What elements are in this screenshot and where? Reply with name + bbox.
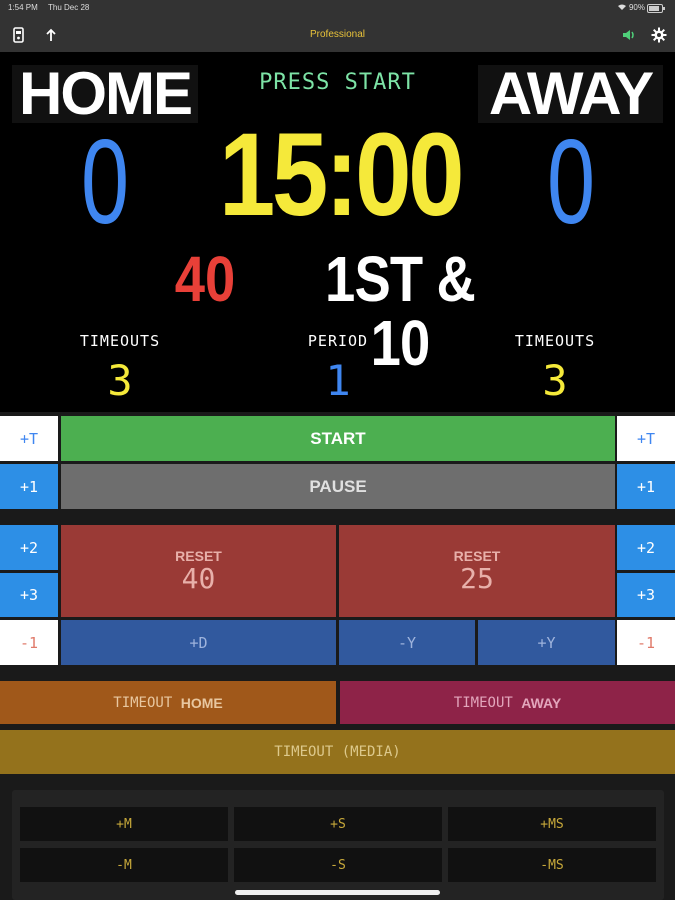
- down-and-distance: 1ST & 10: [325, 243, 476, 379]
- away-plus-3-button[interactable]: +3: [617, 573, 675, 617]
- reset-40-button[interactable]: RESET 40: [61, 525, 336, 617]
- scoreboard: HOME AWAY PRESS START 0 15:00 0 40 1ST &…: [0, 52, 675, 412]
- play-clock: 40: [174, 243, 236, 315]
- clock-adjust-panel: +M +S +MS -M -S -MS: [12, 790, 664, 900]
- minus-minute-button[interactable]: -M: [20, 848, 228, 882]
- home-plus-timeout-button[interactable]: +T: [0, 416, 58, 461]
- timeout-away-team: AWAY: [521, 694, 562, 711]
- battery-percent: 90%: [628, 3, 645, 12]
- plus-yard-button[interactable]: +Y: [478, 620, 615, 665]
- timeout-media-button[interactable]: TIMEOUT (MEDIA): [0, 730, 675, 774]
- reset-25-button[interactable]: RESET 25: [339, 525, 615, 617]
- away-timeouts-label: TIMEOUTS: [514, 332, 596, 350]
- home-timeouts-label: TIMEOUTS: [79, 332, 161, 350]
- status-date: Thu Dec 28: [48, 3, 90, 12]
- away-timeouts-value: 3: [542, 356, 568, 405]
- away-minus-1-button[interactable]: -1: [617, 620, 675, 665]
- home-indicator[interactable]: [235, 890, 440, 895]
- next-down-button[interactable]: +D: [61, 620, 336, 665]
- timeout-home-button[interactable]: TIMEOUT HOME: [0, 681, 336, 724]
- pause-button[interactable]: PAUSE: [61, 464, 615, 509]
- away-plus-timeout-button[interactable]: +T: [617, 416, 675, 461]
- battery-icon: [647, 4, 665, 13]
- away-plus-1-button[interactable]: +1: [617, 464, 675, 509]
- period-label: PERIOD: [307, 332, 369, 350]
- toolbar: Professional: [0, 18, 675, 52]
- gear-icon[interactable]: [650, 26, 668, 44]
- sound-icon[interactable]: [620, 26, 638, 44]
- home-plus-2-button[interactable]: +2: [0, 525, 58, 570]
- timeout-away-button[interactable]: TIMEOUT AWAY: [340, 681, 675, 724]
- home-score: 0: [80, 115, 130, 249]
- plus-second-button[interactable]: +S: [234, 807, 442, 841]
- timeout-away-prefix: TIMEOUT: [453, 694, 513, 711]
- clock-status: PRESS START: [259, 70, 416, 95]
- home-plus-3-button[interactable]: +3: [0, 573, 58, 617]
- plus-ms-button[interactable]: +MS: [448, 807, 656, 841]
- timeout-home-team: HOME: [180, 694, 223, 711]
- period-value: 1: [325, 356, 351, 405]
- game-clock: 15:00: [218, 109, 465, 241]
- minus-ms-button[interactable]: -MS: [448, 848, 656, 882]
- home-plus-1-button[interactable]: +1: [0, 464, 58, 509]
- away-score: 0: [546, 115, 596, 249]
- timeout-home-prefix: TIMEOUT: [113, 694, 173, 711]
- status-time: 1:54 PM: [8, 3, 38, 12]
- minus-second-button[interactable]: -S: [234, 848, 442, 882]
- home-timeouts-value: 3: [107, 356, 133, 405]
- minus-yard-button[interactable]: -Y: [339, 620, 475, 665]
- start-button[interactable]: START: [61, 416, 615, 461]
- status-bar: 1:54 PM Thu Dec 28 90%: [0, 0, 675, 18]
- away-plus-2-button[interactable]: +2: [617, 525, 675, 570]
- plus-minute-button[interactable]: +M: [20, 807, 228, 841]
- reset-40-value: 40: [181, 562, 216, 595]
- home-minus-1-button[interactable]: -1: [0, 620, 58, 665]
- wifi-icon: [617, 3, 629, 13]
- reset-25-value: 25: [460, 562, 494, 595]
- app-title: Professional: [309, 29, 366, 40]
